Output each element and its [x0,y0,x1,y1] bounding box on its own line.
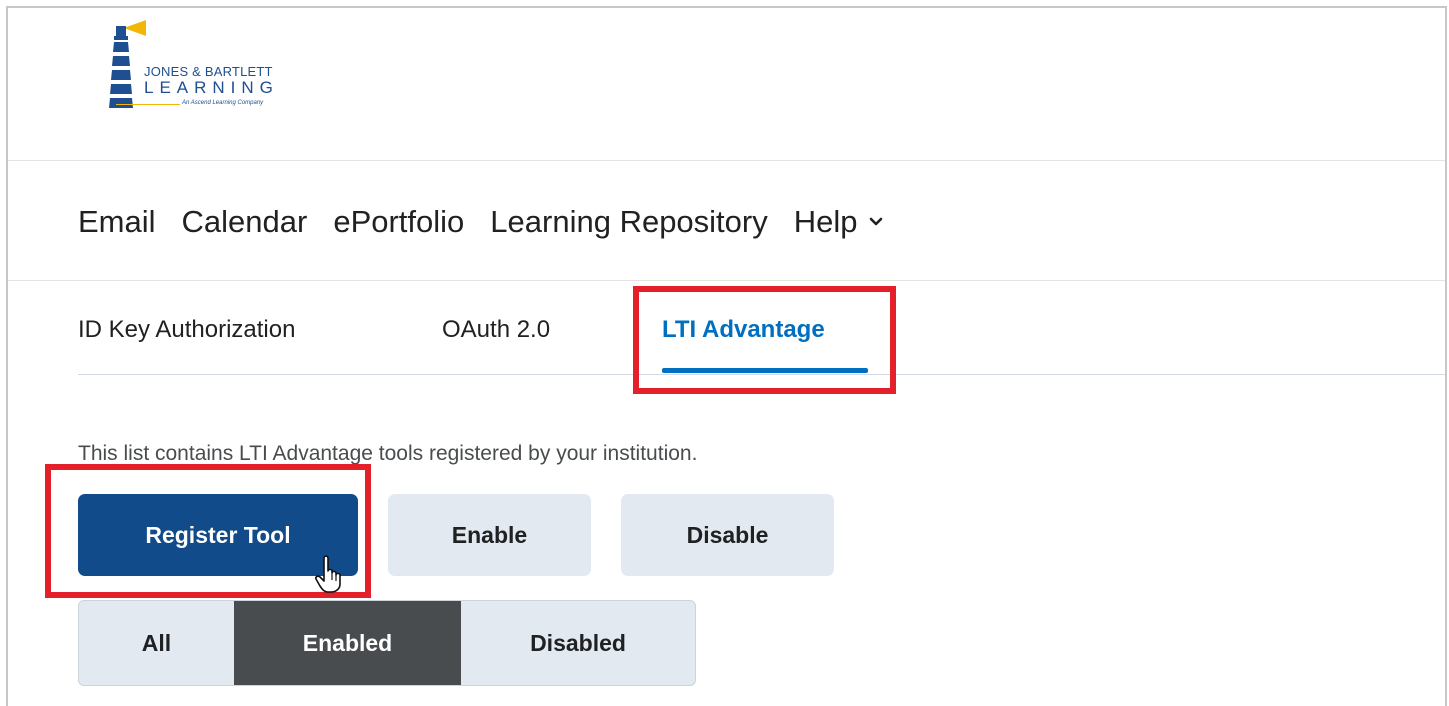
highlight-box-tab [633,286,896,394]
nav-item-help-label: Help [793,204,858,239]
enable-button[interactable]: Enable [388,494,591,576]
nav-items: Email Calendar ePortfolio Learning Repos… [78,204,910,240]
filter-disabled[interactable]: Disabled [461,601,695,685]
logo-text-line2: LEARNING [144,78,279,97]
site-header: JONES & BARTLETT LEARNING An Ascend Lear… [8,8,1445,161]
logo-divider [116,104,180,105]
nav-item-email[interactable]: Email [78,204,156,240]
chevron-down-icon [869,217,882,226]
org-logo[interactable]: JONES & BARTLETT LEARNING An Ascend Lear… [102,20,342,130]
nav-item-calendar[interactable]: Calendar [182,204,308,240]
list-description: This list contains LTI Advantage tools r… [78,442,698,465]
status-filter: All Enabled Disabled [78,600,696,686]
nav-item-eportfolio[interactable]: ePortfolio [333,204,464,240]
disable-button[interactable]: Disable [621,494,834,576]
hand-pointer-icon [315,555,341,593]
filter-enabled[interactable]: Enabled [234,601,461,685]
main-nav: Email Calendar ePortfolio Learning Repos… [8,160,1445,281]
logo-tagline: An Ascend Learning Company [182,100,264,106]
filter-all[interactable]: All [79,601,234,685]
app-frame: JONES & BARTLETT LEARNING An Ascend Lear… [6,6,1447,706]
lighthouse-icon [109,20,146,108]
nav-item-help[interactable]: Help [794,204,884,240]
nav-item-learning-repository[interactable]: Learning Repository [490,204,767,240]
logo-text-line1: JONES & BARTLETT [144,64,273,79]
tab-id-key-authorization[interactable]: ID Key Authorization [78,316,295,344]
tab-oauth-2[interactable]: OAuth 2.0 [442,316,550,344]
